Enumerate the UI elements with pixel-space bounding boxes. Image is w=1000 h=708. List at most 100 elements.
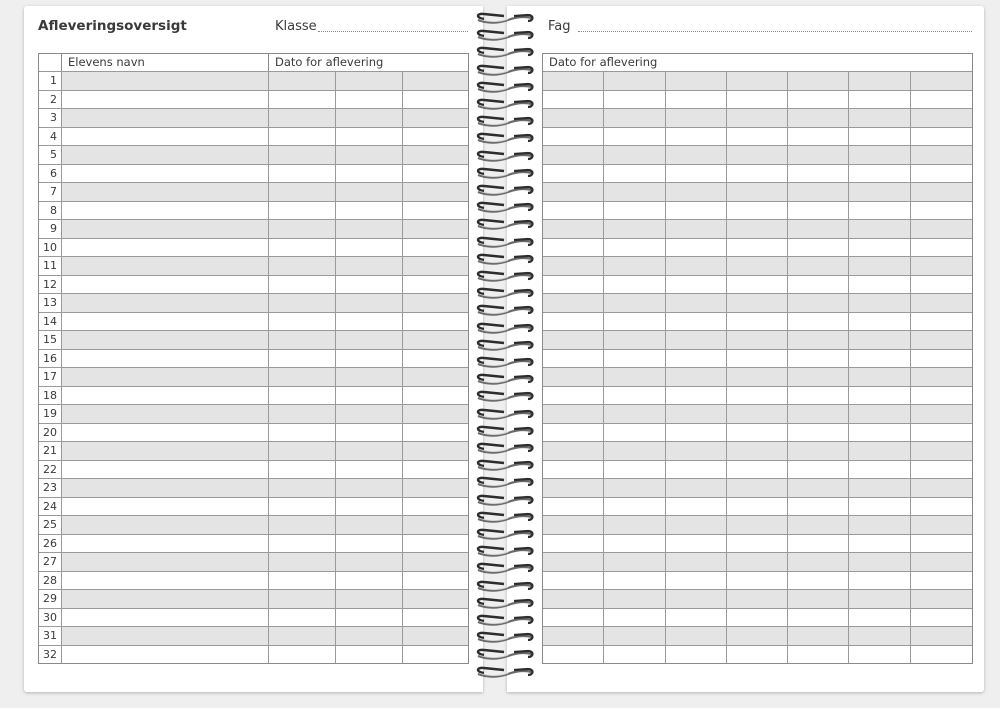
delivery-date-cell[interactable] bbox=[403, 145, 468, 164]
delivery-date-cell[interactable] bbox=[849, 71, 911, 90]
student-name-cell[interactable] bbox=[62, 126, 269, 145]
delivery-date-cell[interactable] bbox=[604, 607, 666, 626]
class-field-line[interactable] bbox=[318, 31, 468, 32]
delivery-date-cell[interactable] bbox=[726, 274, 789, 293]
delivery-date-cell[interactable] bbox=[604, 589, 666, 608]
delivery-date-cell[interactable] bbox=[543, 108, 605, 127]
delivery-date-cell[interactable] bbox=[543, 274, 605, 293]
delivery-date-cell[interactable] bbox=[788, 589, 850, 608]
delivery-date-cell[interactable] bbox=[665, 607, 727, 626]
delivery-date-cell[interactable] bbox=[543, 589, 605, 608]
delivery-date-cell[interactable] bbox=[788, 256, 850, 275]
student-name-cell[interactable] bbox=[62, 496, 269, 515]
delivery-date-cell[interactable] bbox=[604, 570, 666, 589]
delivery-date-cell[interactable] bbox=[543, 607, 605, 626]
delivery-date-cell[interactable] bbox=[403, 422, 468, 442]
student-name-cell[interactable] bbox=[62, 311, 269, 330]
student-name-cell[interactable] bbox=[62, 441, 269, 460]
delivery-date-cell[interactable] bbox=[788, 200, 850, 219]
delivery-date-cell[interactable] bbox=[403, 533, 468, 553]
delivery-date-cell[interactable] bbox=[910, 237, 972, 257]
delivery-date-cell[interactable] bbox=[336, 293, 403, 312]
student-name-cell[interactable] bbox=[62, 71, 269, 90]
student-name-cell[interactable] bbox=[62, 330, 269, 349]
delivery-date-cell[interactable] bbox=[269, 422, 336, 441]
delivery-date-cell[interactable] bbox=[403, 89, 468, 109]
delivery-date-cell[interactable] bbox=[403, 71, 468, 90]
delivery-date-cell[interactable] bbox=[269, 311, 336, 330]
delivery-date-cell[interactable] bbox=[910, 626, 972, 645]
delivery-date-cell[interactable] bbox=[604, 459, 666, 478]
delivery-date-cell[interactable] bbox=[726, 219, 789, 238]
delivery-date-cell[interactable] bbox=[726, 533, 789, 552]
student-name-cell[interactable] bbox=[62, 533, 269, 552]
delivery-date-cell[interactable] bbox=[604, 311, 666, 330]
delivery-date-cell[interactable] bbox=[403, 163, 468, 183]
delivery-date-cell[interactable] bbox=[910, 108, 972, 127]
delivery-date-cell[interactable] bbox=[604, 422, 666, 441]
delivery-date-cell[interactable] bbox=[788, 385, 850, 404]
delivery-date-cell[interactable] bbox=[269, 237, 336, 256]
delivery-date-cell[interactable] bbox=[403, 237, 468, 257]
delivery-date-cell[interactable] bbox=[849, 533, 911, 552]
delivery-date-cell[interactable] bbox=[604, 126, 666, 145]
delivery-date-cell[interactable] bbox=[910, 274, 972, 294]
delivery-date-cell[interactable] bbox=[788, 89, 850, 108]
delivery-date-cell[interactable] bbox=[403, 311, 468, 331]
delivery-date-cell[interactable] bbox=[726, 644, 789, 663]
delivery-date-cell[interactable] bbox=[269, 533, 336, 552]
delivery-date-cell[interactable] bbox=[910, 385, 972, 405]
delivery-date-cell[interactable] bbox=[336, 163, 403, 182]
delivery-date-cell[interactable] bbox=[910, 533, 972, 553]
delivery-date-cell[interactable] bbox=[849, 441, 911, 460]
delivery-date-cell[interactable] bbox=[269, 367, 336, 386]
student-name-cell[interactable] bbox=[62, 570, 269, 589]
student-name-cell[interactable] bbox=[62, 219, 269, 238]
delivery-date-cell[interactable] bbox=[665, 515, 727, 534]
delivery-date-cell[interactable] bbox=[726, 404, 789, 423]
delivery-date-cell[interactable] bbox=[665, 237, 727, 256]
delivery-date-cell[interactable] bbox=[726, 311, 789, 330]
delivery-date-cell[interactable] bbox=[788, 367, 850, 386]
delivery-date-cell[interactable] bbox=[726, 626, 789, 645]
delivery-date-cell[interactable] bbox=[604, 367, 666, 386]
delivery-date-cell[interactable] bbox=[849, 626, 911, 645]
delivery-date-cell[interactable] bbox=[336, 626, 403, 645]
delivery-date-cell[interactable] bbox=[726, 496, 789, 515]
delivery-date-cell[interactable] bbox=[910, 256, 972, 275]
delivery-date-cell[interactable] bbox=[604, 385, 666, 404]
delivery-date-cell[interactable] bbox=[269, 108, 336, 127]
delivery-date-cell[interactable] bbox=[788, 311, 850, 330]
student-name-cell[interactable] bbox=[62, 89, 269, 108]
delivery-date-cell[interactable] bbox=[336, 515, 403, 534]
delivery-date-cell[interactable] bbox=[269, 348, 336, 367]
delivery-date-cell[interactable] bbox=[788, 219, 850, 238]
delivery-date-cell[interactable] bbox=[849, 644, 911, 663]
delivery-date-cell[interactable] bbox=[665, 311, 727, 330]
delivery-date-cell[interactable] bbox=[543, 219, 605, 238]
student-name-cell[interactable] bbox=[62, 108, 269, 127]
delivery-date-cell[interactable] bbox=[543, 237, 605, 256]
delivery-date-cell[interactable] bbox=[336, 496, 403, 515]
delivery-date-cell[interactable] bbox=[543, 311, 605, 330]
delivery-date-cell[interactable] bbox=[336, 385, 403, 404]
delivery-date-cell[interactable] bbox=[543, 496, 605, 515]
delivery-date-cell[interactable] bbox=[336, 441, 403, 460]
delivery-date-cell[interactable] bbox=[604, 404, 666, 423]
delivery-date-cell[interactable] bbox=[543, 89, 605, 108]
delivery-date-cell[interactable] bbox=[665, 163, 727, 182]
delivery-date-cell[interactable] bbox=[336, 533, 403, 552]
delivery-date-cell[interactable] bbox=[403, 330, 468, 349]
delivery-date-cell[interactable] bbox=[849, 385, 911, 404]
delivery-date-cell[interactable] bbox=[543, 404, 605, 423]
delivery-date-cell[interactable] bbox=[403, 274, 468, 294]
student-name-cell[interactable] bbox=[62, 404, 269, 423]
delivery-date-cell[interactable] bbox=[604, 256, 666, 275]
delivery-date-cell[interactable] bbox=[543, 478, 605, 497]
delivery-date-cell[interactable] bbox=[543, 71, 605, 90]
delivery-date-cell[interactable] bbox=[543, 644, 605, 663]
delivery-date-cell[interactable] bbox=[336, 219, 403, 238]
delivery-date-cell[interactable] bbox=[665, 459, 727, 478]
delivery-date-cell[interactable] bbox=[269, 274, 336, 293]
delivery-date-cell[interactable] bbox=[665, 256, 727, 275]
